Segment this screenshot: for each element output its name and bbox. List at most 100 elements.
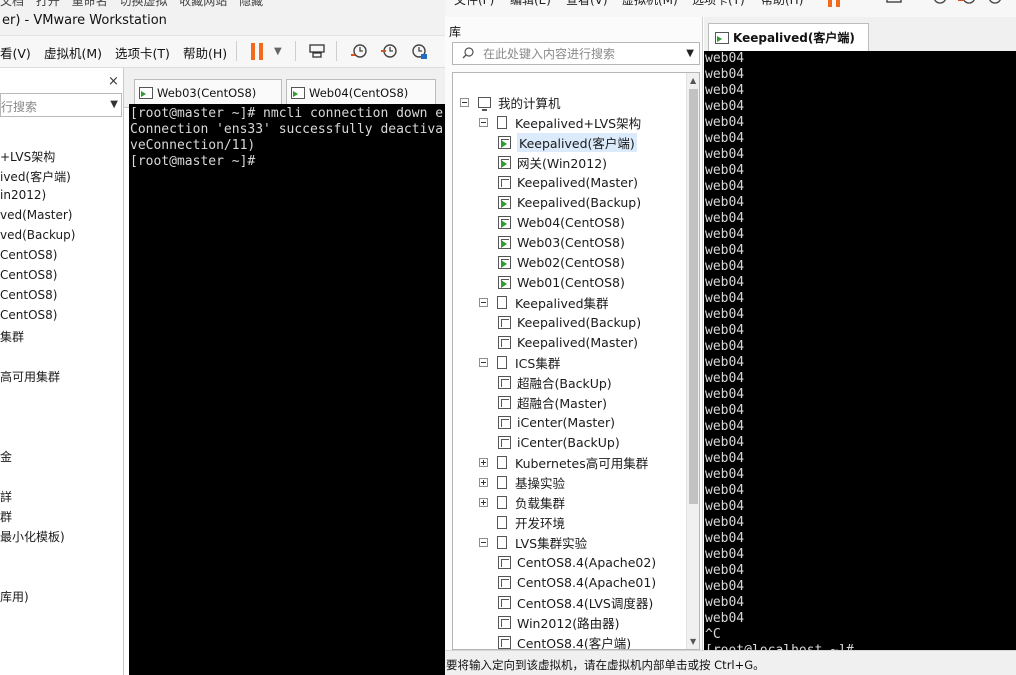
tree-folder-item[interactable]: 负载集群	[479, 492, 565, 512]
send-keys-icon[interactable]	[306, 40, 328, 62]
back-tree-item[interactable]: in2012)	[0, 188, 46, 202]
library-search-input[interactable]	[483, 45, 683, 62]
chevron-down-icon[interactable]: ▼	[110, 99, 118, 110]
back-vm-console[interactable]: [root@master ~]# nmcli connection down e…	[129, 104, 445, 675]
tree-item-label: Keepalived(Backup)	[517, 194, 642, 210]
tree-vm-item[interactable]: CentOS8.4(LVS调度器)	[498, 592, 653, 612]
library-tree[interactable]: ▲ ▼ 我的计算机 Keepalived+LVS架构 Keepalived(客户端)…	[452, 72, 700, 650]
tree-vm-item[interactable]: Win2012(路由器)	[498, 612, 620, 632]
tree-folder-item[interactable]: Keepalived+LVS架构	[479, 112, 641, 132]
back-menu-tabs[interactable]: 选项卡(T)	[115, 43, 170, 62]
back-tree-item[interactable]: 群	[0, 508, 12, 525]
snapshot-icon[interactable]	[348, 40, 370, 62]
tree-vm-item[interactable]: Keepalived(Master)	[498, 172, 638, 192]
send-keys-icon[interactable]	[885, 0, 903, 8]
back-menu-view[interactable]: 看(V)	[0, 43, 31, 62]
close-icon[interactable]: ×	[108, 74, 119, 89]
scroll-down-icon[interactable]: ▼	[690, 637, 696, 646]
tree-vm-item[interactable]: 超融合(Master)	[498, 392, 607, 412]
tree-root-item[interactable]: 我的计算机	[460, 92, 561, 112]
tree-vm-item[interactable]: iCenter(BackUp)	[498, 432, 620, 452]
collapse-icon[interactable]	[479, 117, 488, 127]
back-tree-item[interactable]: CentOS8)	[0, 308, 57, 322]
console-line: web04	[705, 451, 745, 466]
back-tab-web03[interactable]: Web03(CentOS8)	[134, 79, 282, 105]
back-tree-item[interactable]: 最小化模板)	[0, 528, 65, 545]
back-menu-vm[interactable]: 虚拟机(M)	[44, 43, 102, 62]
tree-item-label: 基操实验	[515, 475, 566, 491]
back-tab-web04[interactable]: Web04(CentOS8)	[286, 79, 436, 105]
back-tree-item[interactable]: 詳	[0, 488, 12, 505]
snapshot-icon[interactable]	[930, 0, 948, 8]
console-line: web04	[705, 355, 745, 370]
tree-vm-item[interactable]: Web03(CentOS8)	[498, 232, 625, 252]
collapse-icon[interactable]	[479, 537, 488, 547]
scrollbar-thumb[interactable]	[689, 89, 698, 504]
menu-view[interactable]: 查看(V)	[566, 0, 608, 8]
expand-icon[interactable]	[479, 477, 488, 487]
console-line: web04	[705, 419, 745, 434]
tree-vm-item[interactable]: Web04(CentOS8)	[498, 212, 625, 232]
tree-folder-item[interactable]: Kubernetes高可用集群	[479, 452, 648, 472]
tree-vm-item[interactable]: Web01(CentOS8)	[498, 272, 625, 292]
front-menu-bar: 文件(F) 编辑(E) 查看(V) 虚拟机(M) 选项卡(T) 帮助(H)	[445, 0, 1016, 17]
vm-icon	[498, 435, 511, 449]
menu-help[interactable]: 帮助(H)	[761, 0, 803, 8]
tree-vm-item[interactable]: 网关(Win2012)	[498, 152, 607, 172]
back-menu-help[interactable]: 帮助(H)	[183, 43, 227, 62]
expand-icon[interactable]	[479, 457, 488, 467]
back-tree-item[interactable]: +LVS架构	[0, 148, 55, 165]
back-tree-item[interactable]: ived(客户端)	[0, 168, 71, 185]
back-tree-item[interactable]: ved(Backup)	[0, 228, 75, 242]
menu-file[interactable]: 文件(F)	[454, 0, 494, 8]
pause-icon[interactable]	[828, 0, 840, 7]
tree-folder-item[interactable]: Keepalived集群	[479, 292, 609, 312]
back-tree-item[interactable]: CentOS8)	[0, 288, 57, 302]
back-tree-item[interactable]: ved(Master)	[0, 208, 72, 222]
scroll-up-icon[interactable]: ▲	[690, 76, 696, 85]
tree-vm-item[interactable]: CentOS8.4(客户端)	[498, 632, 631, 649]
tree-vm-item[interactable]: Web02(CentOS8)	[498, 252, 625, 272]
tree-vm-item[interactable]: Keepalived(客户端)	[498, 132, 637, 152]
back-library-search[interactable]: 行搜索 ▼	[0, 93, 122, 117]
tab-keepalived-client[interactable]: Keepalived(客户端)	[708, 23, 869, 51]
manage-snapshots-icon[interactable]	[986, 0, 1004, 8]
expand-icon[interactable]	[479, 497, 488, 507]
library-scrollbar[interactable]: ▲ ▼	[686, 73, 699, 649]
back-tree-item[interactable]: CentOS8)	[0, 248, 57, 262]
tree-vm-item[interactable]: CentOS8.4(Apache01)	[498, 572, 656, 592]
collapse-icon[interactable]	[479, 357, 488, 367]
chevron-down-icon[interactable]: ▼	[686, 48, 694, 59]
revert-snapshot-icon[interactable]	[958, 0, 976, 8]
tree-vm-item[interactable]: iCenter(Master)	[498, 412, 615, 432]
tree-folder-item[interactable]: 开发环境	[479, 512, 565, 532]
revert-snapshot-icon[interactable]	[378, 40, 400, 62]
manage-snapshots-icon[interactable]	[408, 40, 430, 62]
vm-console[interactable]: web04 web04 web04 web04 web04 web04 web04 web04…	[704, 51, 1016, 650]
tree-folder-item[interactable]: 基操实验	[479, 472, 565, 492]
back-tree-item[interactable]: CentOS8)	[0, 268, 57, 282]
tree-item-label: Keepalived+LVS架构	[515, 115, 642, 131]
menu-tabs[interactable]: 选项卡(T)	[692, 0, 745, 8]
back-tree-item[interactable]: 集群	[0, 328, 24, 345]
console-line: web04	[705, 131, 745, 146]
tree-folder-item[interactable]: LVS集群实验	[479, 532, 587, 552]
tree-vm-item[interactable]: Keepalived(Master)	[498, 332, 638, 352]
back-tree-item[interactable]: 高可用集群	[0, 368, 60, 385]
console-line: web04	[705, 515, 745, 530]
pause-dropdown-icon[interactable]: ▼	[274, 46, 282, 57]
tree-vm-item[interactable]: 超融合(BackUp)	[498, 372, 612, 392]
back-tree-item[interactable]: 库用)	[0, 588, 29, 605]
tree-folder-item[interactable]: ICS集群	[479, 352, 560, 372]
menu-vm[interactable]: 虚拟机(M)	[622, 0, 678, 8]
menu-edit[interactable]: 编辑(E)	[510, 0, 551, 8]
tree-vm-item[interactable]: Keepalived(Backup)	[498, 312, 641, 332]
tree-vm-item[interactable]: Keepalived(Backup)	[498, 192, 641, 212]
library-search-box[interactable]: ▼	[452, 42, 700, 65]
collapse-icon[interactable]	[479, 297, 488, 307]
back-tree-item[interactable]: 金	[0, 448, 12, 465]
vm-tab-label: Keepalived(客户端)	[733, 31, 855, 45]
tree-vm-item[interactable]: CentOS8.4(Apache02)	[498, 552, 656, 572]
pause-icon[interactable]	[251, 43, 264, 60]
collapse-icon[interactable]	[460, 97, 469, 107]
